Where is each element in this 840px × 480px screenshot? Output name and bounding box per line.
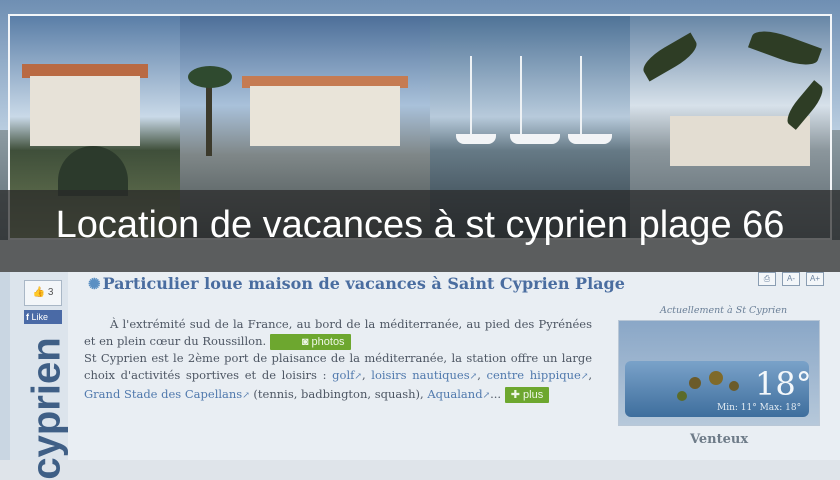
plus-button[interactable]: ✚ plus bbox=[504, 387, 550, 403]
weather-temperature: 18° bbox=[755, 365, 812, 403]
ellipsis: ... bbox=[490, 387, 502, 401]
article-page: 👍 3 f Like cyprien ✺ Particulier loue mai… bbox=[10, 272, 840, 480]
link-loisirs-nautiques[interactable]: loisirs nautiques bbox=[371, 368, 469, 382]
page-tools: ⎙ A- A+ bbox=[758, 272, 824, 286]
article-heading: ✺ Particulier loue maison de vacances à S… bbox=[88, 274, 625, 293]
like-count: 3 bbox=[47, 287, 54, 298]
photos-button[interactable]: ◙ photos bbox=[269, 334, 351, 350]
vertical-brand-label: cyprien bbox=[24, 337, 69, 480]
plus-icon: ✚ bbox=[510, 389, 520, 401]
article-heading-text: Particulier loue maison de vacances à Sa… bbox=[102, 274, 625, 293]
sun-icon: ✺ bbox=[88, 275, 101, 293]
external-link-icon: ↗ bbox=[580, 372, 589, 382]
content-area: 👍 3 f Like cyprien ✺ Particulier loue mai… bbox=[0, 272, 840, 480]
external-link-icon: ↗ bbox=[242, 391, 250, 401]
facebook-like-label: Like bbox=[31, 312, 49, 322]
print-icon[interactable]: ⎙ bbox=[758, 272, 776, 286]
link-centre-hippique[interactable]: centre hippique bbox=[487, 368, 581, 382]
text-size-increase-icon[interactable]: A+ bbox=[806, 272, 824, 286]
share-sidebar: 👍 3 f Like cyprien bbox=[10, 272, 69, 480]
plus-button-label: plus bbox=[523, 389, 544, 401]
external-link-icon: ↗ bbox=[482, 391, 491, 401]
link-golf[interactable]: golf bbox=[332, 368, 354, 382]
activities-middle: (tennis, badbington, squash), bbox=[253, 387, 424, 401]
thumbs-up-icon: 👍 bbox=[32, 287, 46, 298]
weather-condition: Venteux bbox=[690, 432, 749, 447]
external-link-icon: ↗ bbox=[469, 372, 478, 382]
link-grand-stade[interactable]: Grand Stade des Capellans bbox=[84, 387, 242, 401]
photos-button-label: photos bbox=[311, 336, 345, 348]
title-band: Location de vacances à st cyprien plage … bbox=[0, 190, 840, 272]
external-link-icon: ↗ bbox=[354, 372, 362, 382]
page-title: Location de vacances à st cyprien plage … bbox=[55, 204, 785, 246]
vertical-brand-text: cyprien bbox=[0, 332, 76, 479]
camera-icon: ◙ bbox=[301, 336, 309, 348]
weather-location-label: Actuellement à St Cyprien bbox=[660, 305, 788, 316]
facebook-like-button[interactable]: f Like bbox=[24, 310, 62, 324]
weather-widget: 18° Min: 11° Max: 18° bbox=[618, 320, 820, 426]
link-aqualand[interactable]: Aqualand bbox=[427, 387, 482, 401]
facebook-icon: f bbox=[26, 312, 29, 322]
text-size-decrease-icon[interactable]: A- bbox=[782, 272, 800, 286]
intro-paragraph: À l'extrémité sud de la France, au bord … bbox=[84, 316, 592, 350]
weather-minmax: Min: 11° Max: 18° bbox=[717, 403, 802, 413]
activities-paragraph: St Cyprien est le 2ème port de plaisance… bbox=[84, 351, 593, 403]
like-counter-button[interactable]: 👍 3 bbox=[24, 280, 62, 306]
